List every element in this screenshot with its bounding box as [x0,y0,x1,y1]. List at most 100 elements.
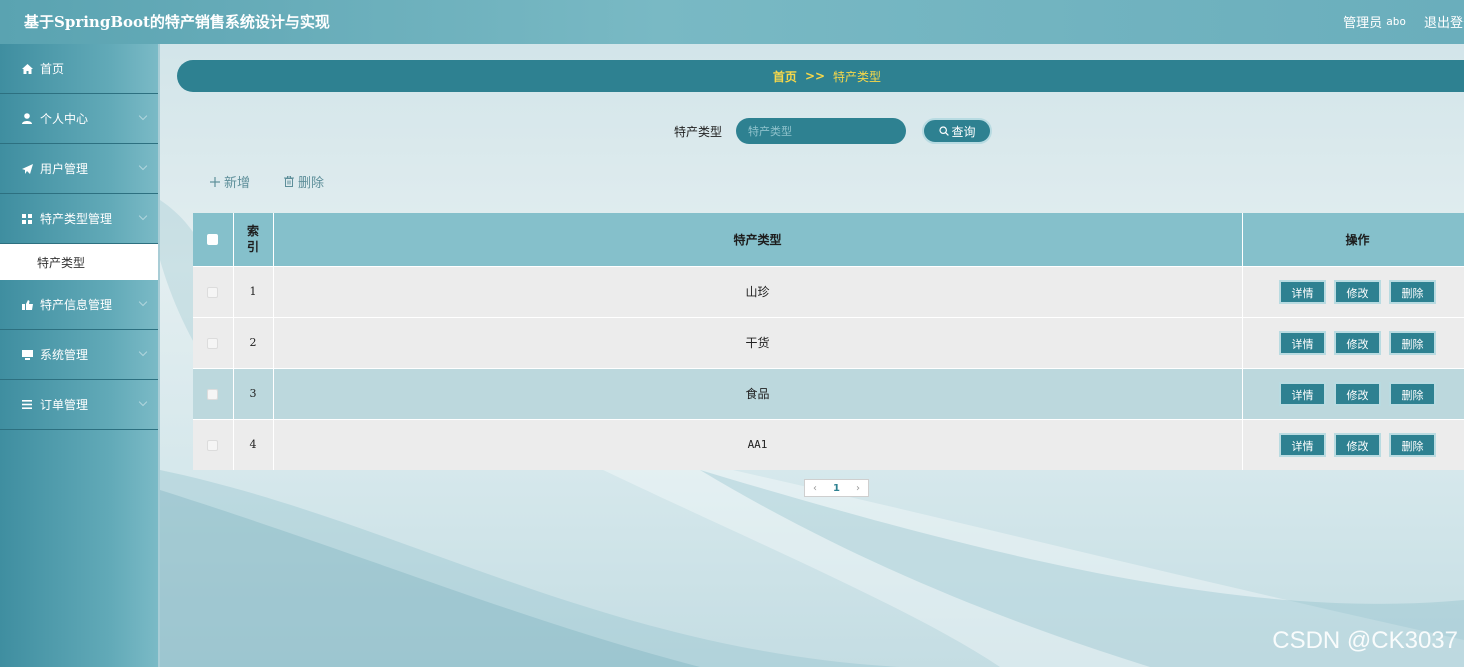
sidebar-subitem-type[interactable]: 特产类型 [0,244,158,280]
detail-button[interactable]: 详情 [1279,279,1326,304]
home-icon [20,63,34,75]
delete-button[interactable]: 删除 [1389,381,1436,406]
batch-delete-button[interactable]: 删除 [284,172,324,191]
list-icon [20,399,34,411]
row-type: 干货 [273,316,1243,368]
search-label: 特产类型 [674,124,723,139]
sidebar: 首页 个人中心 用户管理 特产类型管理 特产类型 特产信息管理 系统管理 订单管… [0,44,160,667]
edit-button[interactable]: 修改 [1334,279,1381,304]
detail-button[interactable]: 详情 [1279,330,1326,355]
sidebar-item-label: 特产类型管理 [40,212,113,226]
breadcrumb-home[interactable]: 首页 [773,68,797,85]
sidebar-item-label: 用户管理 [40,162,89,176]
logout-link[interactable]: 退出登录 [1424,12,1464,31]
select-all-checkbox[interactable] [207,234,219,246]
chevron-down-icon [138,161,148,171]
user-area: 管理员 abo 退出登录 [1343,12,1464,31]
sidebar-item-product-management[interactable]: 特产信息管理 [0,280,158,330]
edit-button[interactable]: 修改 [1334,330,1381,355]
breadcrumb-separator: >> [804,69,826,83]
row-checkbox-cell [193,265,234,317]
action-toolbar: 新增 删除 [210,172,358,191]
row-actions: 详情 修改 删除 [1242,367,1464,419]
row-index: 1 [233,265,274,317]
sidebar-item-home[interactable]: 首页 [0,44,158,94]
user-icon [20,113,34,125]
search-icon [938,126,949,136]
sidebar-item-label: 订单管理 [40,398,89,412]
row-checkbox-cell [193,418,234,470]
table-row: 4 AA1 详情 修改 删除 [193,418,1464,470]
sidebar-item-type-management[interactable]: 特产类型管理 [0,194,158,244]
select-all-cell [193,213,234,266]
query-button[interactable]: 查询 [922,118,993,144]
main-content: 首页 >> 特产类型 特产类型 查询 新增 删除 [162,44,1464,667]
delete-button[interactable]: 删除 [1389,279,1436,304]
edit-button[interactable]: 修改 [1334,432,1381,457]
grid-icon [20,213,34,225]
row-actions: 详情 修改 删除 [1242,316,1464,368]
pagination: ‹ 1 › [804,479,869,497]
row-checkbox[interactable] [207,388,219,400]
breadcrumb: 首页 >> 特产类型 [177,60,1464,92]
sidebar-item-profile[interactable]: 个人中心 [0,94,158,144]
prev-page-icon[interactable]: ‹ [813,483,817,494]
chevron-down-icon [138,297,148,307]
app-title: 基于SpringBoot的特产销售系统设计与实现 [24,13,330,31]
table-header-row: 索引 特产类型 操作 [193,213,1464,266]
row-actions: 详情 修改 删除 [1242,265,1464,317]
table-row: 3 食品 详情 修改 删除 [193,367,1464,419]
thumb-icon [20,299,34,311]
page-number[interactable]: 1 [833,483,840,494]
row-checkbox-cell [193,316,234,368]
query-button-label: 查询 [951,124,976,139]
watermark: CSDN @CK3037 [1272,627,1458,654]
breadcrumb-current: 特产类型 [833,69,882,84]
plus-icon [210,176,220,187]
row-type: 食品 [273,367,1243,419]
user-role: 管理员 [1343,16,1383,31]
row-type: 山珍 [273,265,1243,317]
row-index: 2 [233,316,274,368]
sidebar-item-users[interactable]: 用户管理 [0,144,158,194]
chevron-down-icon [138,347,148,357]
detail-button[interactable]: 详情 [1279,381,1326,406]
add-button[interactable]: 新增 [210,172,250,191]
row-index: 3 [233,367,274,419]
row-checkbox[interactable] [207,439,219,451]
column-header-label: 索引 [246,224,259,255]
sidebar-item-label: 特产信息管理 [40,298,113,312]
sidebar-item-label: 个人中心 [40,112,89,126]
trash-icon [284,176,295,187]
top-header: 基于SpringBoot的特产销售系统设计与实现 管理员 abo 退出登录 [0,0,1464,44]
delete-button[interactable]: 删除 [1389,330,1436,355]
row-checkbox-cell [193,367,234,419]
next-page-icon[interactable]: › [856,483,860,494]
search-input[interactable] [736,118,907,144]
chevron-down-icon [138,211,148,221]
sidebar-item-label: 系统管理 [40,348,89,362]
add-button-label: 新增 [224,176,251,191]
search-bar: 特产类型 查询 [674,118,993,144]
table-row: 1 山珍 详情 修改 删除 [193,265,1464,317]
sidebar-item-orders[interactable]: 订单管理 [0,380,158,430]
column-header-type: 特产类型 [273,213,1243,266]
row-type: AA1 [273,418,1243,470]
sidebar-item-label: 首页 [40,62,65,76]
row-checkbox[interactable] [207,337,219,349]
column-header-index: 索引 [233,213,274,266]
data-table: 索引 特产类型 操作 1 山珍 详情 修改 删除 2 干货 详情 修改 删除 3… [193,213,1464,470]
monitor-icon [20,349,34,361]
edit-button[interactable]: 修改 [1334,381,1381,406]
batch-delete-label: 删除 [298,176,325,191]
sidebar-item-system[interactable]: 系统管理 [0,330,158,380]
row-checkbox[interactable] [207,286,219,298]
user-name: abo [1386,15,1406,28]
column-header-actions: 操作 [1242,213,1464,266]
table-row: 2 干货 详情 修改 删除 [193,316,1464,368]
data-table-wrapper: 索引 特产类型 操作 1 山珍 详情 修改 删除 2 干货 详情 修改 删除 3… [193,213,1464,470]
delete-button[interactable]: 删除 [1389,432,1436,457]
chevron-down-icon [138,111,148,121]
detail-button[interactable]: 详情 [1279,432,1326,457]
row-index: 4 [233,418,274,470]
